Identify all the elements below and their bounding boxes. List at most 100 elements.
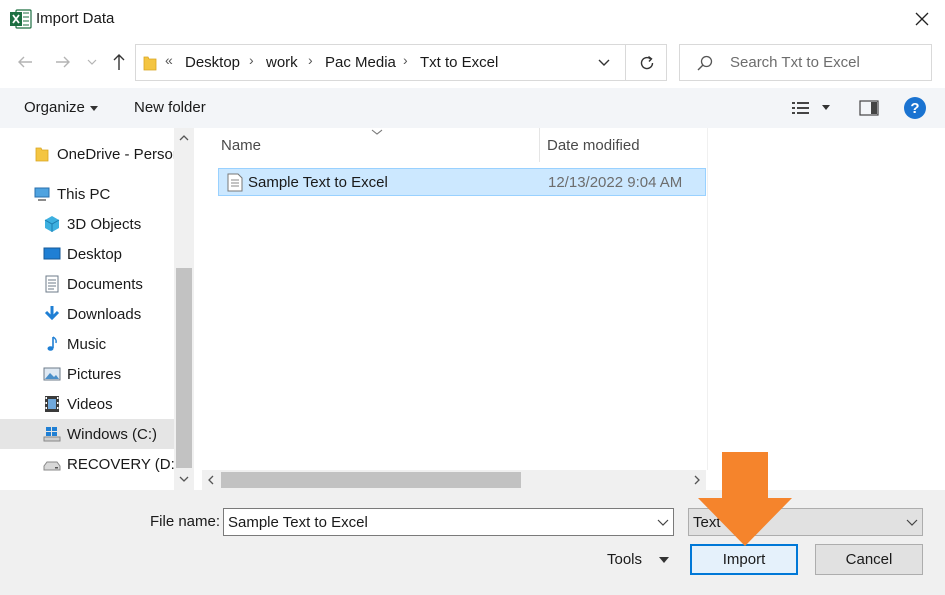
- address-row: « Desktop › work › Pac Media › Txt to Ex…: [0, 38, 945, 88]
- preview-pane-icon[interactable]: [859, 100, 879, 116]
- column-header-date[interactable]: Date modified: [547, 128, 707, 162]
- tools-button[interactable]: Tools: [607, 551, 642, 568]
- breadcrumb-desktop[interactable]: Desktop: [185, 54, 240, 71]
- nav-item-this-pc[interactable]: This PC: [0, 179, 174, 209]
- documents-icon: [45, 275, 59, 293]
- nav-item-videos[interactable]: Videos: [0, 389, 174, 419]
- windows-drive-icon: [43, 427, 61, 442]
- arrow-up-icon: [113, 54, 125, 70]
- caret-down-icon[interactable]: [659, 557, 669, 563]
- close-icon: [915, 12, 929, 26]
- chevron-down-icon[interactable]: [657, 517, 669, 527]
- cube-icon: [44, 216, 60, 232]
- scroll-up-icon[interactable]: [179, 133, 189, 143]
- recent-locations-button[interactable]: [84, 50, 100, 74]
- search-placeholder: Search Txt to Excel: [730, 54, 860, 71]
- title-bar: Import Data: [0, 0, 945, 38]
- excel-icon: [10, 9, 32, 29]
- scroll-down-icon[interactable]: [179, 474, 189, 484]
- breadcrumb-separator[interactable]: ›: [403, 52, 408, 68]
- scrollbar-thumb[interactable]: [176, 268, 192, 468]
- nav-item-label: Desktop: [67, 245, 123, 263]
- forward-button[interactable]: [52, 50, 74, 74]
- organize-label: Organize: [24, 99, 85, 116]
- import-button[interactable]: Import: [690, 544, 798, 575]
- nav-item-label: Music: [67, 335, 107, 353]
- chevron-down-icon[interactable]: [906, 517, 918, 527]
- up-button[interactable]: [108, 50, 130, 74]
- download-icon: [44, 306, 60, 321]
- nav-item-label: RECOVERY (D:): [67, 455, 174, 473]
- nav-item-label: Pictures: [67, 365, 122, 383]
- scrollbar-thumb[interactable]: [221, 472, 521, 488]
- annotation-arrow-icon: [698, 452, 792, 546]
- table-row[interactable]: Sample Text to Excel 12/13/2022 9:04 AM: [218, 168, 706, 196]
- nav-item-label: This PC: [57, 185, 111, 203]
- cancel-button[interactable]: Cancel: [815, 544, 923, 575]
- new-folder-button[interactable]: New folder: [134, 99, 206, 116]
- nav-item-downloads[interactable]: Downloads: [0, 299, 174, 329]
- overflow-chevron[interactable]: «: [165, 52, 173, 68]
- text-file-icon: [227, 173, 243, 192]
- address-bar[interactable]: « Desktop › work › Pac Media › Txt to Ex…: [135, 44, 667, 81]
- file-date-cell: 12/13/2022 9:04 AM: [548, 174, 683, 191]
- help-icon[interactable]: ?: [904, 97, 926, 119]
- nav-item-onedrive[interactable]: OneDrive - Person: [0, 139, 174, 169]
- nav-item-label: Videos: [67, 395, 113, 413]
- file-name-value: Sample Text to Excel: [228, 514, 368, 531]
- chevron-down-icon[interactable]: [591, 53, 617, 73]
- folder-icon: [35, 147, 49, 162]
- pc-icon: [34, 187, 50, 201]
- nav-item-label: Downloads: [67, 305, 142, 323]
- music-icon: [47, 336, 57, 351]
- pane-divider: [707, 128, 708, 470]
- refresh-button[interactable]: [625, 45, 667, 80]
- organize-button[interactable]: Organize: [24, 99, 98, 116]
- window-title: Import Data: [36, 10, 115, 27]
- horizontal-scrollbar[interactable]: [202, 470, 706, 490]
- arrow-left-icon: [18, 56, 32, 68]
- nav-scrollbar[interactable]: [174, 128, 194, 490]
- dialog-footer: File name: Sample Text to Excel Text Too…: [0, 490, 945, 595]
- command-bar: Organize New folder ?: [0, 88, 945, 128]
- nav-item-recovery-d[interactable]: RECOVERY (D:): [0, 449, 174, 479]
- breadcrumb-txt-to-excel[interactable]: Txt to Excel: [420, 54, 498, 71]
- file-list: Name Date modified Sample Text to Excel …: [196, 128, 945, 490]
- column-header-label: Name: [221, 136, 262, 154]
- breadcrumb-separator[interactable]: ›: [249, 52, 254, 68]
- nav-item-label: OneDrive - Person: [57, 145, 174, 163]
- folder-icon: [143, 56, 157, 71]
- nav-item-label: 3D Objects: [67, 215, 142, 233]
- column-divider[interactable]: [539, 128, 540, 162]
- column-header-name[interactable]: Name: [221, 128, 538, 162]
- back-button[interactable]: [14, 50, 36, 74]
- nav-item-pictures[interactable]: Pictures: [0, 359, 174, 389]
- close-button[interactable]: [907, 4, 937, 34]
- view-options-icon[interactable]: [791, 100, 811, 116]
- nav-item-documents[interactable]: Documents: [0, 269, 174, 299]
- breadcrumb-work[interactable]: work: [266, 54, 298, 71]
- arrow-right-icon: [56, 56, 70, 68]
- breadcrumb-separator[interactable]: ›: [308, 52, 313, 68]
- nav-item-windows-c[interactable]: Windows (C:): [0, 419, 174, 449]
- file-name-cell: Sample Text to Excel: [248, 174, 388, 191]
- nav-item-desktop[interactable]: Desktop: [0, 239, 174, 269]
- view-dropdown-icon[interactable]: [822, 105, 830, 110]
- caret-down-icon: [89, 105, 98, 111]
- search-icon: [697, 55, 713, 71]
- drive-icon: [43, 461, 61, 471]
- breadcrumb-pac-media[interactable]: Pac Media: [325, 54, 396, 71]
- file-name-label: File name:: [150, 513, 221, 530]
- nav-item-music[interactable]: Music: [0, 329, 174, 359]
- navigation-pane: OneDrive - Person This PC 3D Objects Des…: [0, 128, 196, 490]
- nav-item-3d-objects[interactable]: 3D Objects: [0, 209, 174, 239]
- scroll-left-icon[interactable]: [206, 475, 216, 485]
- file-name-input[interactable]: Sample Text to Excel: [223, 508, 674, 536]
- nav-item-label: Windows (C:): [67, 425, 158, 443]
- videos-icon: [45, 396, 59, 412]
- pictures-icon: [43, 367, 61, 381]
- refresh-icon: [640, 55, 653, 69]
- search-input[interactable]: Search Txt to Excel: [679, 44, 932, 81]
- column-header-label: Date modified: [547, 136, 640, 154]
- nav-item-label: Documents: [67, 275, 143, 293]
